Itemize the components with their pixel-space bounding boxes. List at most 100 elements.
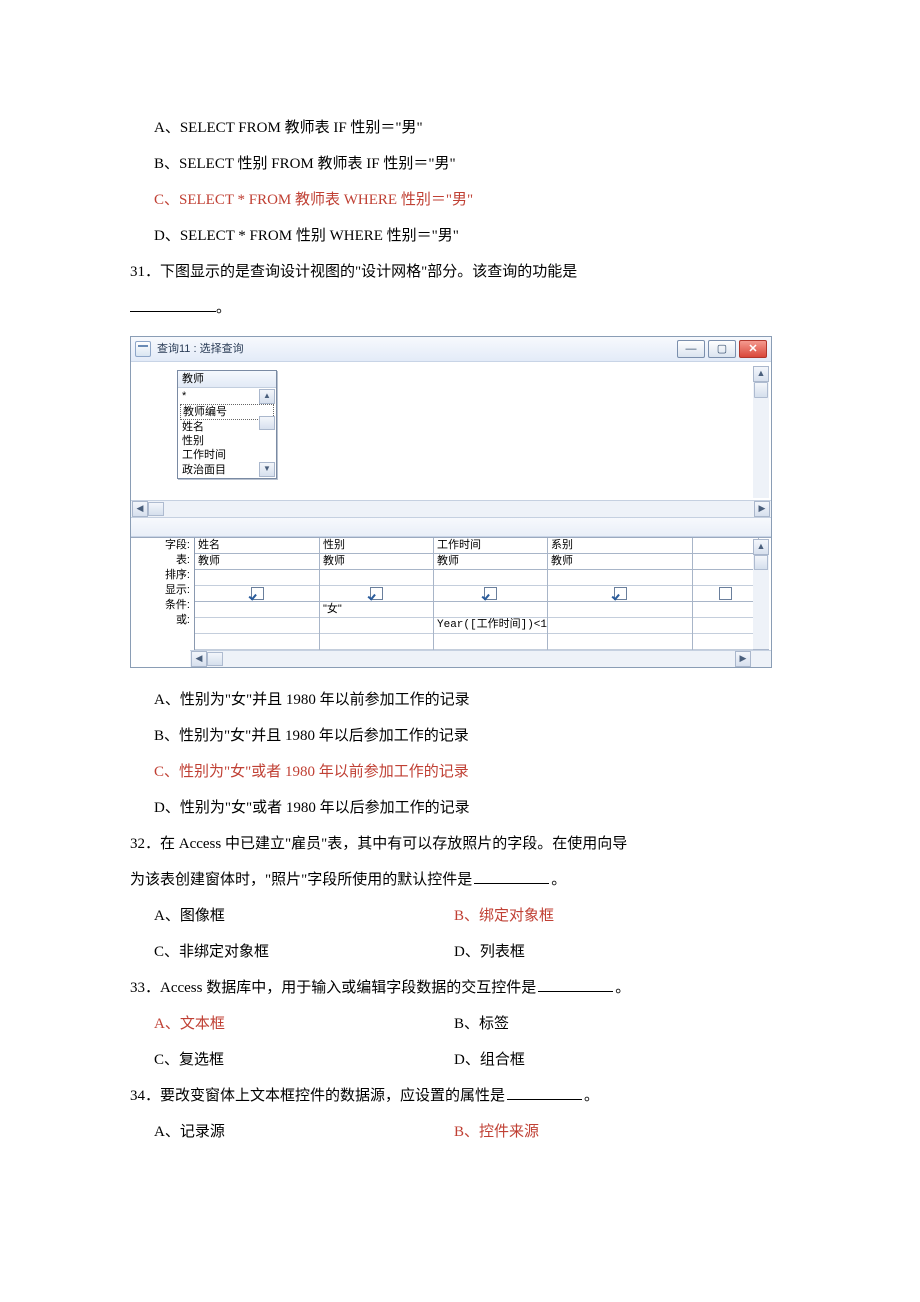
grid-column[interactable]: 性别 教师 "女" — [320, 538, 434, 650]
checkbox-icon[interactable] — [719, 587, 732, 600]
sort-cell[interactable] — [693, 570, 758, 586]
field-cell[interactable] — [693, 538, 758, 554]
grid-column[interactable]: 工作时间 教师 Year([工作时间])<1980 — [434, 538, 548, 650]
scroll-thumb[interactable] — [754, 382, 768, 398]
checkbox-icon[interactable] — [484, 587, 497, 600]
show-cell[interactable] — [320, 586, 433, 602]
blank-cell[interactable] — [320, 634, 433, 650]
grid-column[interactable]: 姓名 教师 — [195, 538, 320, 650]
splitter-bar[interactable] — [131, 518, 771, 537]
criteria-cell[interactable] — [693, 602, 758, 618]
pane-vscrollbar[interactable]: ▲ — [753, 366, 769, 498]
scroll-right-icon[interactable]: ▶ — [754, 501, 770, 517]
q32-opt-a: A、图像框 — [154, 898, 454, 934]
or-cell[interactable] — [693, 618, 758, 634]
label-sort: 排序: — [131, 568, 190, 583]
checkbox-icon[interactable] — [370, 587, 383, 600]
q33-stem: 33．Access 数据库中，用于输入或编辑字段数据的交互控件是。 — [130, 970, 790, 1006]
pane-hscrollbar[interactable]: ◀ ▶ — [131, 500, 771, 518]
or-cell[interactable] — [195, 618, 319, 634]
q32-stem-line1: 32．在 Access 中已建立"雇员"表，其中有可以存放照片的字段。在使用向导 — [130, 826, 790, 862]
window-titlebar: 查询11 : 选择查询 — ▢ ✕ — [131, 337, 771, 362]
label-or: 或: — [131, 613, 190, 628]
q32-opt-d: D、列表框 — [454, 934, 525, 970]
q31-opt-a: A、性别为"女"并且 1980 年以前参加工作的记录 — [130, 682, 790, 718]
table-cell[interactable]: 教师 — [434, 554, 547, 570]
q30-opt-b: B、SELECT 性别 FROM 教师表 IF 性别＝"男" — [130, 146, 790, 182]
q32-stem-text: 为该表创建窗体时，"照片"字段所使用的默认控件是 — [130, 872, 472, 888]
q34-opt-b: B、控件来源 — [454, 1114, 539, 1150]
blank-cell[interactable] — [434, 634, 547, 650]
blank-cell[interactable] — [693, 634, 758, 650]
table-box[interactable]: 教师 * 教师编号 姓名 性别 工作时间 政治面目 ▲ ▼ — [177, 370, 277, 479]
grid-vscrollbar[interactable]: ▲ ▼ — [753, 539, 769, 665]
grid-column[interactable]: 系别 教师 — [548, 538, 693, 650]
scroll-down-icon[interactable]: ▼ — [259, 462, 275, 477]
close-button[interactable]: ✕ — [739, 340, 767, 358]
grid-column[interactable] — [693, 538, 759, 650]
scroll-right-icon[interactable]: ▶ — [735, 651, 751, 667]
query-designer-window: 查询11 : 选择查询 — ▢ ✕ 教师 * 教师编号 姓名 性别 工作时间 政… — [130, 336, 772, 668]
field-cell[interactable]: 姓名 — [195, 538, 319, 554]
q34-stem-text: 34．要改变窗体上文本框控件的数据源，应设置的属性是 — [130, 1088, 505, 1104]
or-cell[interactable] — [548, 618, 692, 634]
minimize-button[interactable]: — — [677, 340, 705, 358]
field-item[interactable]: 性别 — [178, 434, 276, 448]
grid-hscrollbar[interactable]: ◀ ▶ — [190, 650, 771, 667]
q33-opt-c: C、复选框 — [154, 1042, 454, 1078]
maximize-button[interactable]: ▢ — [708, 340, 736, 358]
checkbox-icon[interactable] — [251, 587, 264, 600]
show-cell[interactable] — [693, 586, 758, 602]
table-box-title: 教师 — [178, 371, 276, 388]
q30-opt-a: A、SELECT FROM 教师表 IF 性别＝"男" — [130, 110, 790, 146]
scroll-up-icon[interactable]: ▲ — [753, 539, 769, 555]
field-cell[interactable]: 工作时间 — [434, 538, 547, 554]
window-title: 查询11 : 选择查询 — [157, 342, 677, 356]
criteria-cell[interactable]: "女" — [320, 602, 433, 618]
or-cell[interactable]: Year([工作时间])<1980 — [434, 618, 547, 634]
blank-cell[interactable] — [195, 634, 319, 650]
q30-opt-c: C、SELECT * FROM 教师表 WHERE 性别＝"男" — [130, 182, 790, 218]
scroll-left-icon[interactable]: ◀ — [132, 501, 148, 517]
scroll-up-icon[interactable]: ▲ — [259, 389, 275, 404]
q32-stem-line2: 为该表创建窗体时，"照片"字段所使用的默认控件是 。 — [130, 862, 790, 898]
criteria-cell[interactable] — [195, 602, 319, 618]
field-item[interactable]: 工作时间 — [178, 448, 276, 462]
table-cell[interactable]: 教师 — [320, 554, 433, 570]
q33-opt-b: B、标签 — [454, 1006, 509, 1042]
checkbox-icon[interactable] — [614, 587, 627, 600]
scroll-thumb[interactable] — [148, 502, 164, 516]
scroll-up-icon[interactable]: ▲ — [753, 366, 769, 382]
sort-cell[interactable] — [548, 570, 692, 586]
or-cell[interactable] — [320, 618, 433, 634]
blank-cell[interactable] — [548, 634, 692, 650]
table-field-list: * 教师编号 姓名 性别 工作时间 政治面目 ▲ ▼ — [178, 388, 276, 478]
scroll-thumb[interactable] — [207, 652, 223, 666]
table-cell[interactable]: 教师 — [195, 554, 319, 570]
scroll-thumb[interactable] — [259, 416, 275, 430]
sort-cell[interactable] — [434, 570, 547, 586]
criteria-cell[interactable] — [434, 602, 547, 618]
scroll-thumb[interactable] — [754, 555, 768, 570]
table-cell[interactable]: 教师 — [548, 554, 692, 570]
label-table: 表: — [131, 553, 190, 568]
scroll-left-icon[interactable]: ◀ — [191, 651, 207, 667]
q30-opt-d: D、SELECT * FROM 性别 WHERE 性别＝"男" — [130, 218, 790, 254]
design-grid: 字段: 表: 排序: 显示: 条件: 或: 姓名 教师 — [131, 537, 771, 667]
show-cell[interactable] — [548, 586, 692, 602]
sort-cell[interactable] — [320, 570, 433, 586]
sort-cell[interactable] — [195, 570, 319, 586]
window-icon — [135, 341, 151, 357]
show-cell[interactable] — [434, 586, 547, 602]
window-buttons: — ▢ ✕ — [677, 340, 767, 358]
table-cell[interactable] — [693, 554, 758, 570]
show-cell[interactable] — [195, 586, 319, 602]
field-cell[interactable]: 性别 — [320, 538, 433, 554]
field-cell[interactable]: 系别 — [548, 538, 692, 554]
q32-stem-tail: 。 — [551, 872, 566, 888]
grid-row-labels: 字段: 表: 排序: 显示: 条件: 或: — [131, 538, 195, 650]
criteria-cell[interactable] — [548, 602, 692, 618]
q32-opt-c: C、非绑定对象框 — [154, 934, 454, 970]
q31-opt-d: D、性别为"女"或者 1980 年以后参加工作的记录 — [130, 790, 790, 826]
q34-stem: 34．要改变窗体上文本框控件的数据源，应设置的属性是。 — [130, 1078, 790, 1114]
